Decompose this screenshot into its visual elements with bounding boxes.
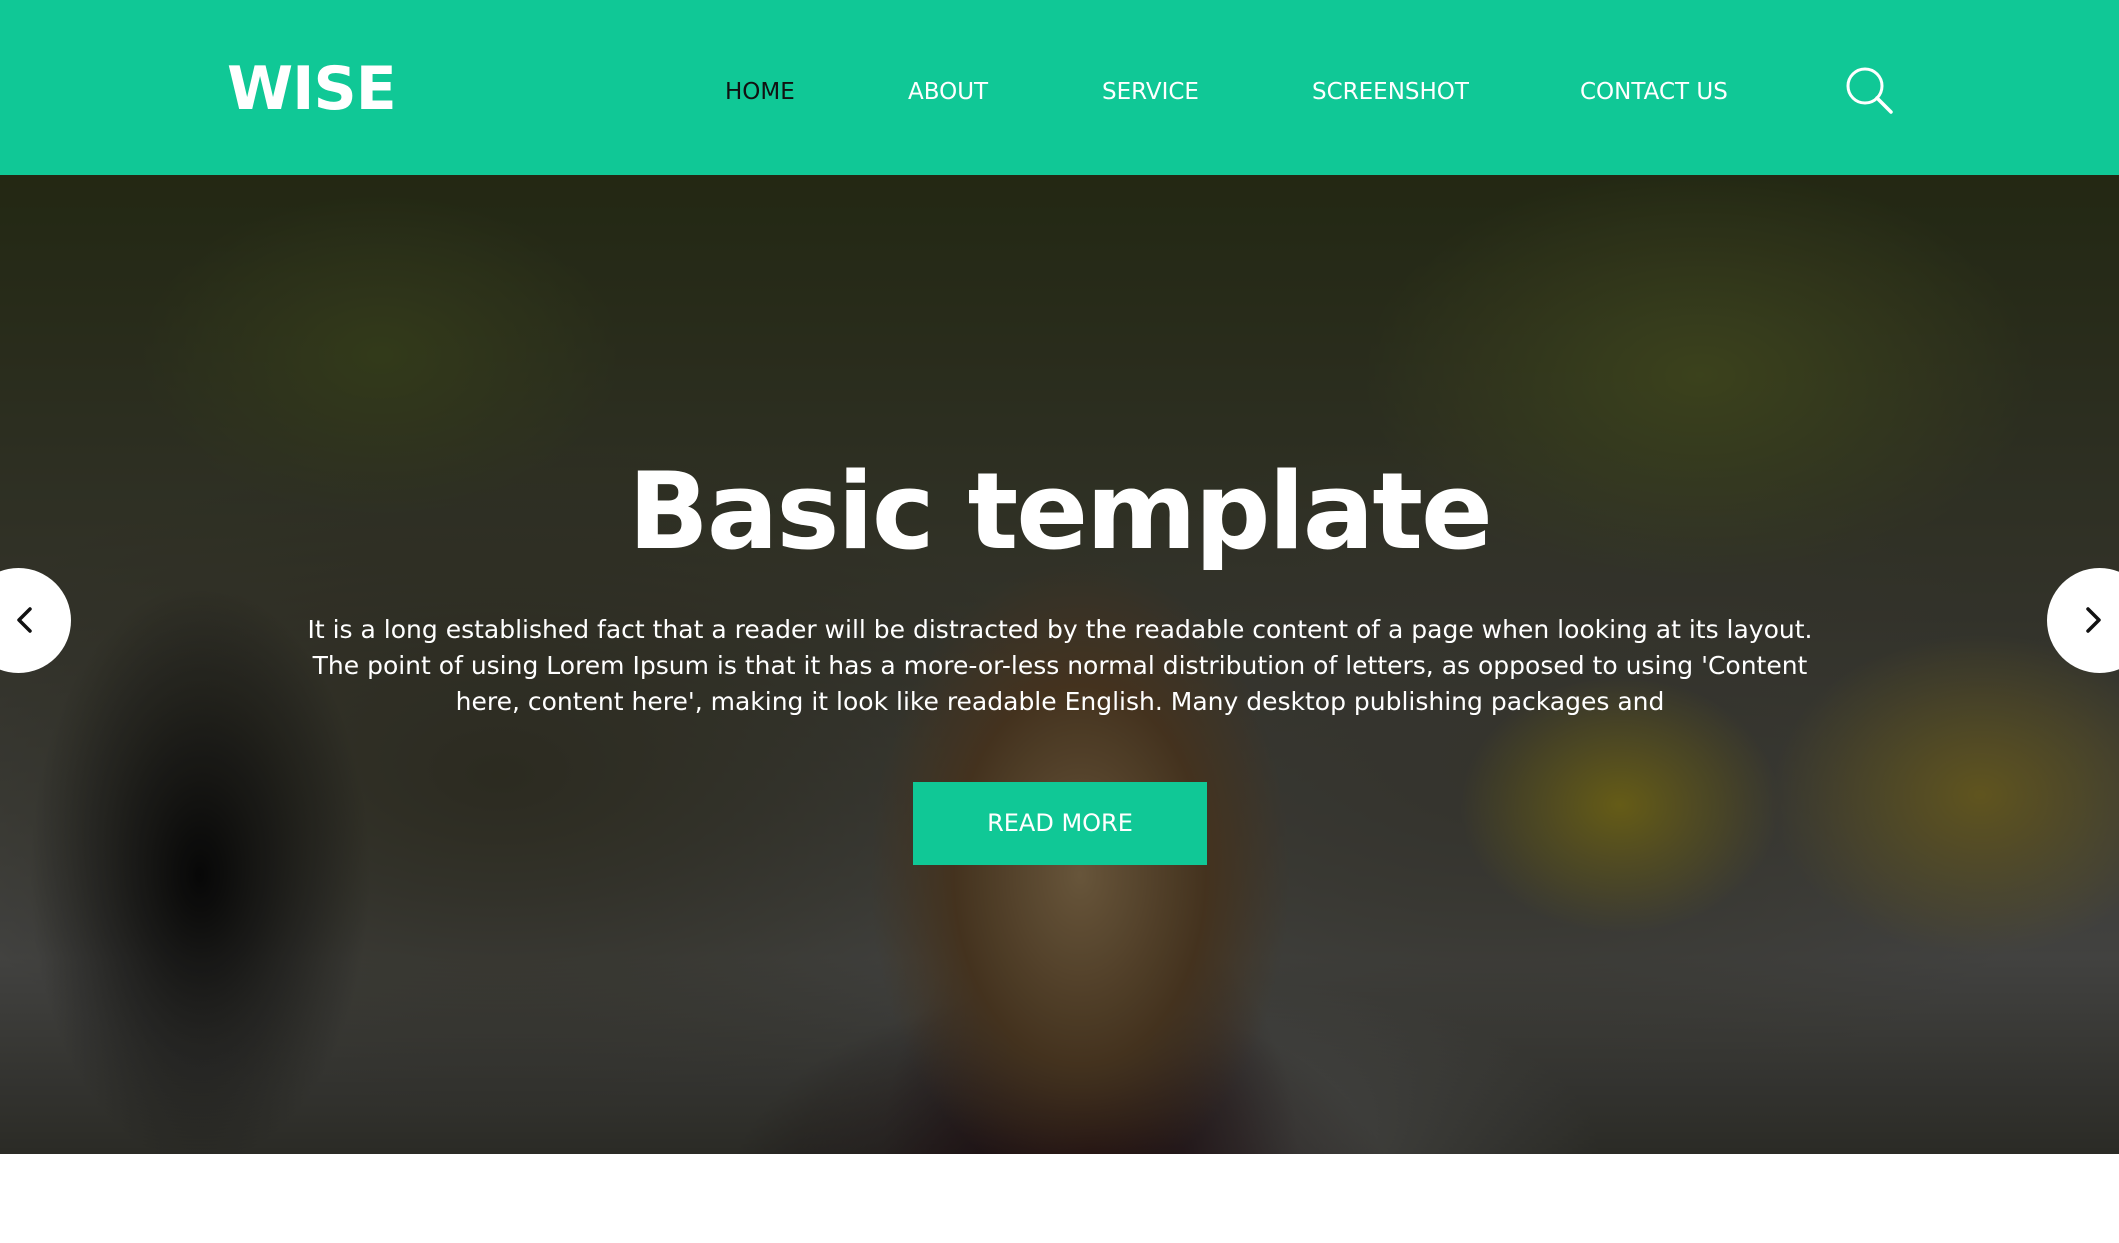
hero-slider: Basic template It is a long established … — [0, 175, 2119, 1154]
hero-description: It is a long established fact that a rea… — [307, 615, 1813, 716]
site-logo[interactable]: WISE — [227, 52, 397, 127]
nav-service[interactable]: SERVICE — [1102, 72, 1199, 112]
read-more-button[interactable]: READ MORE — [913, 782, 1207, 865]
nav-contact-us[interactable]: CONTACT US — [1580, 72, 1728, 112]
chevron-right-icon — [2086, 607, 2101, 633]
chevron-left-icon — [17, 607, 32, 633]
nav-home[interactable]: HOME — [725, 72, 795, 112]
hero-title: Basic template — [628, 450, 1493, 573]
search-icon — [1846, 67, 1893, 114]
search-button[interactable] — [1845, 66, 1893, 114]
site-header: WISE HOME ABOUT SERVICE SCREENSHOT CONTA… — [0, 0, 2119, 175]
nav-screenshot[interactable]: SCREENSHOT — [1312, 72, 1469, 112]
nav-about[interactable]: ABOUT — [908, 72, 988, 112]
